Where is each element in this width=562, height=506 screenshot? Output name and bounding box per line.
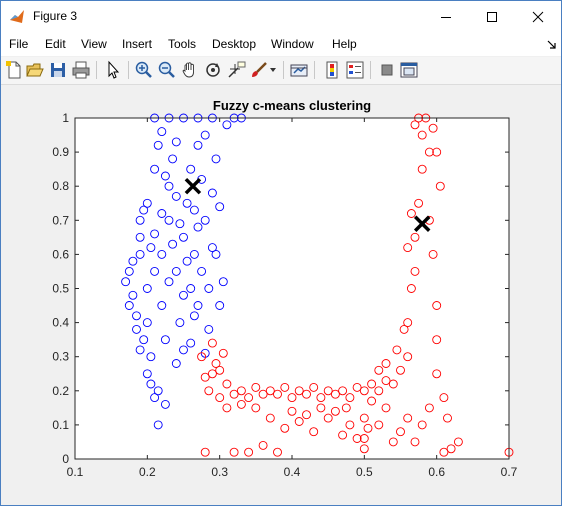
- brush-dropdown-arrow-icon[interactable]: [270, 68, 276, 72]
- scatter-plot[interactable]: Fuzzy c-means clustering 0.1 0.2 0.3 0.4 0.5…: [1, 85, 561, 505]
- x-tick-label: 0.1: [67, 465, 84, 479]
- menu-edit[interactable]: Edit: [45, 37, 66, 51]
- y-tick-label: 0: [62, 452, 69, 466]
- menu-desktop[interactable]: Desktop: [212, 37, 256, 51]
- y-tick-label: 0.5: [52, 282, 69, 296]
- x-tick-label: 0.4: [284, 465, 301, 479]
- close-icon: [532, 11, 544, 22]
- hide-plot-tools-button[interactable]: [377, 60, 397, 80]
- maximize-button[interactable]: [469, 1, 515, 32]
- zoom-in-icon: [135, 61, 152, 78]
- new-figure-button[interactable]: [4, 60, 24, 80]
- y-tick-label: 1: [62, 111, 69, 125]
- rotate-3d-button[interactable]: [203, 60, 223, 80]
- menu-insert[interactable]: Insert: [122, 37, 152, 51]
- brush-icon: [252, 62, 267, 77]
- x-tick-label: 0.6: [428, 465, 445, 479]
- legend-icon: [346, 61, 364, 79]
- save-icon: [51, 63, 65, 77]
- matlab-app-icon: [10, 10, 24, 23]
- open-file-icon: [26, 63, 44, 77]
- toolbar-separator: [314, 61, 315, 79]
- brush-button[interactable]: [249, 60, 269, 80]
- y-tick-label: 0.1: [52, 418, 69, 432]
- y-tick-label: 0.9: [52, 145, 69, 159]
- link-plot-icon: [290, 64, 308, 77]
- toolbar-separator: [283, 61, 284, 79]
- pan-button[interactable]: [180, 60, 200, 80]
- zoom-in-button[interactable]: [134, 60, 154, 80]
- menu-view[interactable]: View: [81, 37, 107, 51]
- toolbar-separator: [128, 61, 129, 79]
- menu-tools[interactable]: Tools: [168, 37, 196, 51]
- print-button[interactable]: [71, 60, 91, 80]
- edit-plot-button[interactable]: [103, 60, 123, 80]
- figure-toolbar: [1, 57, 561, 85]
- figure-window: Figure 3 File Edit View Insert Tools Des…: [0, 0, 562, 506]
- menu-file[interactable]: File: [9, 37, 28, 51]
- pointer-icon: [108, 60, 120, 79]
- y-tick-label: 0.2: [52, 384, 69, 398]
- legend-button[interactable]: [345, 60, 365, 80]
- y-tick-label: 0.4: [52, 316, 69, 330]
- y-tick-label: 0.6: [52, 247, 69, 261]
- data-cursor-icon: [228, 61, 246, 78]
- open-file-button[interactable]: [25, 60, 45, 80]
- x-tick-label: 0.2: [139, 465, 156, 479]
- maximize-icon: [487, 11, 497, 22]
- toolbar-separator: [96, 61, 97, 79]
- toolbar-separator: [370, 61, 371, 79]
- y-tick-label: 0.8: [52, 179, 69, 193]
- y-tick-label: 0.7: [52, 213, 69, 227]
- figure-canvas: Fuzzy c-means clustering 0.1 0.2 0.3 0.4 0.5…: [1, 85, 561, 505]
- zoom-out-icon: [158, 61, 175, 78]
- show-plot-tools-button[interactable]: [399, 60, 419, 80]
- print-icon: [72, 61, 90, 79]
- data-cursor-button[interactable]: [226, 60, 246, 80]
- close-button[interactable]: [515, 1, 561, 32]
- x-tick-label: 0.7: [501, 465, 518, 479]
- title-bar[interactable]: Figure 3: [1, 1, 561, 32]
- window-title: Figure 3: [33, 9, 78, 23]
- save-button[interactable]: [48, 60, 68, 80]
- colorbar-button[interactable]: [322, 60, 342, 80]
- link-plot-button[interactable]: [289, 60, 309, 80]
- x-tick-label: 0.5: [356, 465, 373, 479]
- colorbar-icon: [326, 61, 338, 79]
- minimize-button[interactable]: [423, 1, 469, 32]
- chart-title: Fuzzy c-means clustering: [213, 98, 371, 113]
- pan-icon: [182, 62, 194, 78]
- zoom-out-button[interactable]: [157, 60, 177, 80]
- dock-arrow-icon[interactable]: [547, 40, 557, 50]
- minimize-icon: [441, 16, 451, 18]
- rotate-3d-icon: [206, 63, 220, 77]
- menu-bar: File Edit View Insert Tools Desktop Wind…: [1, 32, 561, 56]
- show-plot-tools-icon: [400, 62, 418, 78]
- y-tick-label: 0.3: [52, 350, 69, 364]
- axes-background: [75, 118, 509, 459]
- hide-plot-tools-icon: [381, 64, 393, 76]
- x-tick-label: 0.3: [211, 465, 228, 479]
- menu-window[interactable]: Window: [271, 37, 314, 51]
- new-figure-icon: [6, 61, 21, 79]
- menu-help[interactable]: Help: [332, 37, 357, 51]
